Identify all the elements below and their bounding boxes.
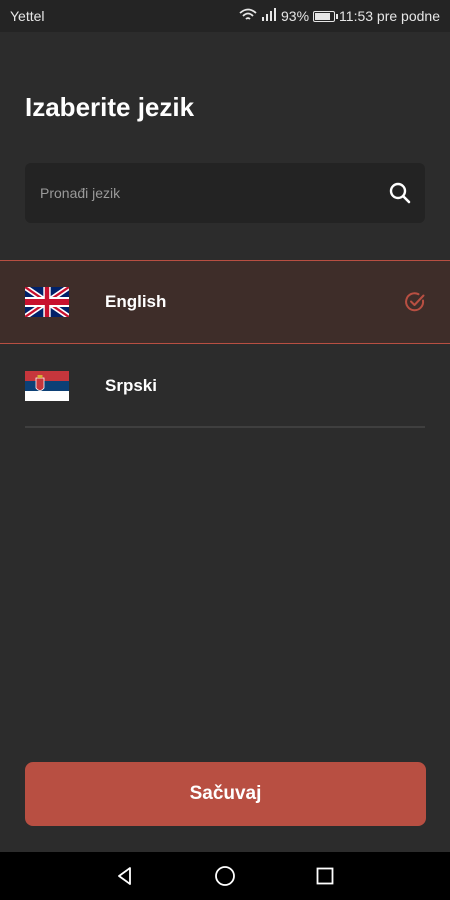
language-item-srpski[interactable]: Srpski: [0, 344, 450, 428]
battery-percent: 93%: [281, 8, 310, 24]
wifi-icon: [239, 8, 257, 25]
status-icons: 93% 11:53 pre podne: [239, 8, 440, 25]
language-label-english: English: [105, 292, 167, 311]
save-button[interactable]: Sačuvaj: [25, 762, 426, 826]
list-divider: [25, 426, 425, 428]
uk-flag-icon: [25, 287, 69, 317]
battery-icon: [313, 10, 339, 22]
language-item-english[interactable]: English: [0, 260, 450, 344]
language-label-srpski: Srpski: [105, 376, 157, 395]
home-icon[interactable]: [175, 852, 275, 900]
system-nav-bar: [0, 852, 450, 900]
page-title: Izaberite jezik: [25, 92, 195, 122]
recent-apps-icon[interactable]: [275, 852, 375, 900]
serbia-flag-icon: [25, 371, 69, 401]
search-icon[interactable]: [388, 181, 412, 205]
check-circle-icon: [404, 291, 426, 313]
signal-icon: [261, 8, 277, 24]
carrier-label: Yettel: [10, 8, 45, 24]
status-bar: Yettel 93% 11:53 pre podne: [0, 0, 450, 32]
clock: 11:53 pre podne: [339, 8, 440, 24]
back-icon[interactable]: [75, 852, 175, 900]
search-input[interactable]: [38, 184, 388, 202]
battery-level: [315, 12, 330, 20]
search-box[interactable]: [25, 163, 425, 223]
